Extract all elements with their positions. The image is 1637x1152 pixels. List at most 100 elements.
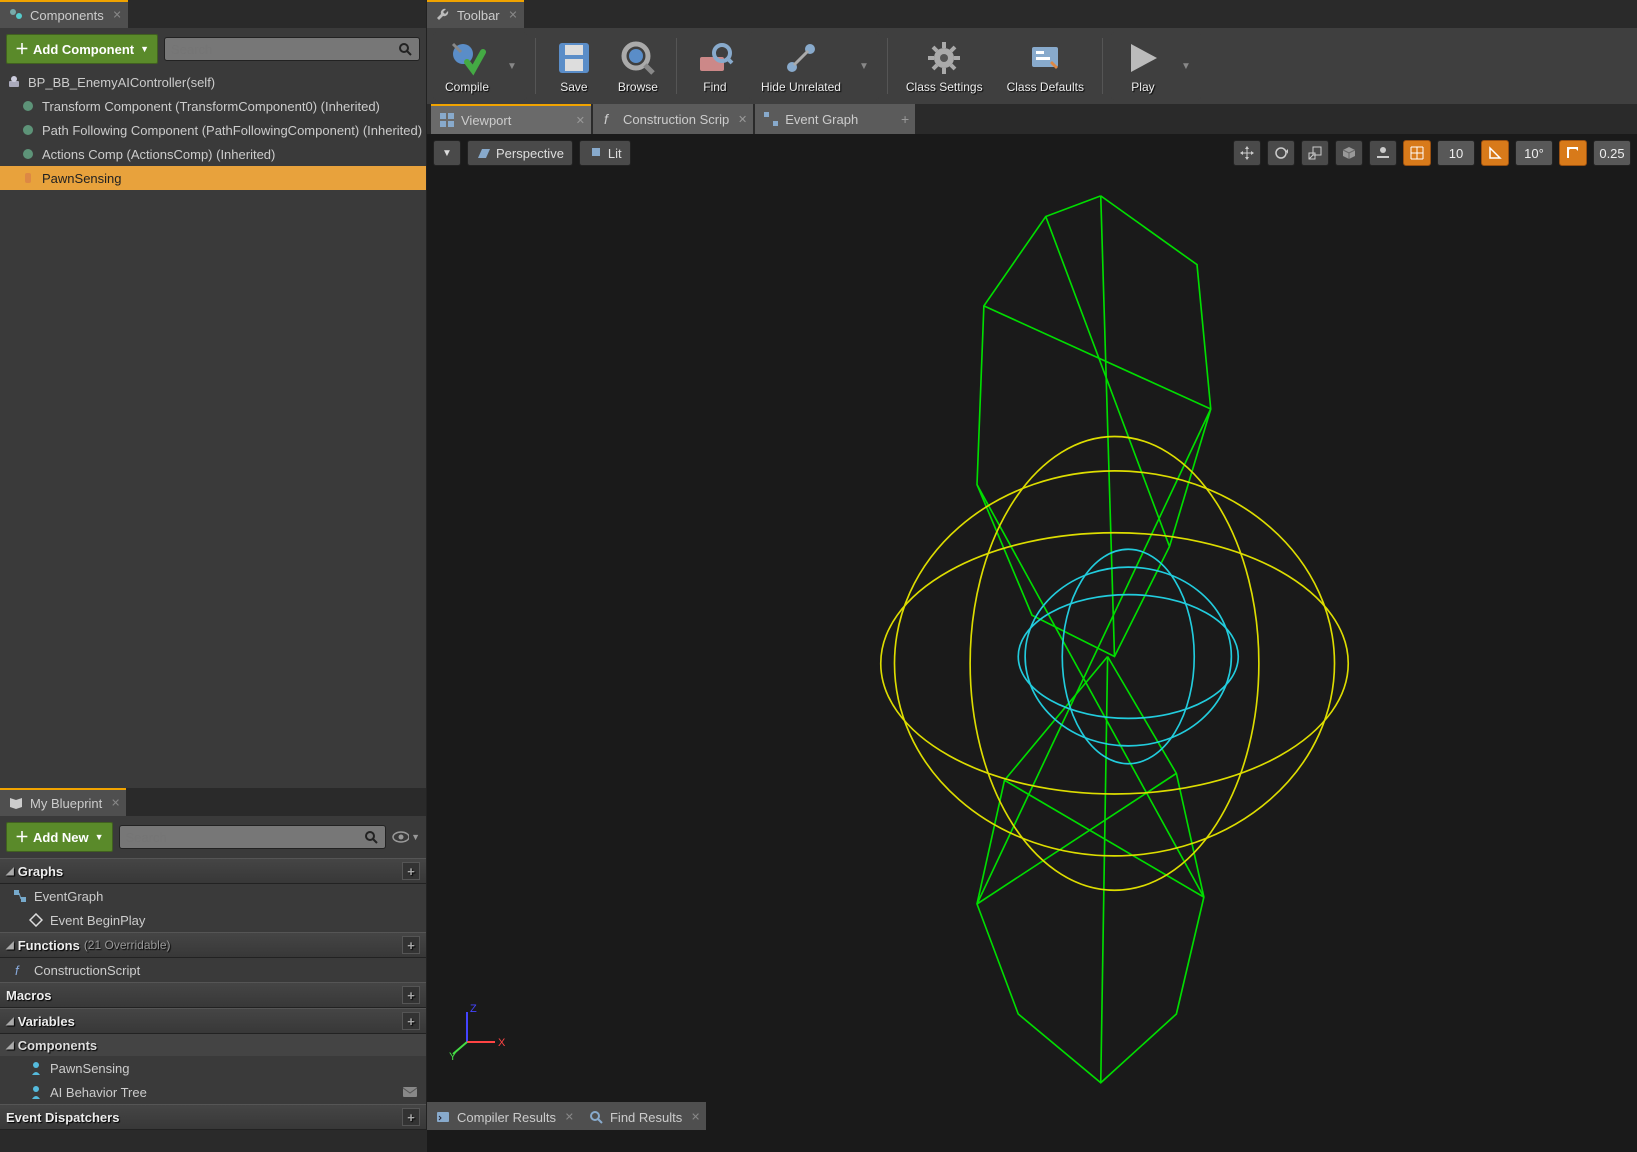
tab-toolbar[interactable]: Toolbar ✕ [427,0,524,28]
hide-unrelated-button[interactable]: Hide Unrelated [751,34,851,98]
browse-icon [618,38,658,78]
close-icon[interactable]: ✕ [111,797,120,810]
class-settings-label: Class Settings [906,80,983,94]
tree-item-label: PawnSensing [42,171,122,186]
visibility-dropdown[interactable]: ▼ [392,826,420,848]
tree-root[interactable]: BP_BB_EnemyAIController(self) [0,70,426,94]
hide-unrelated-label: Hide Unrelated [761,80,841,94]
chevron-down-icon[interactable]: ▼ [851,61,877,72]
close-icon[interactable]: ✕ [113,9,122,22]
tab-compiler-results[interactable]: Compiler Results ✕ [427,1102,580,1130]
variable-item-label: AI Behavior Tree [50,1085,147,1100]
grid-snap-value[interactable]: 10 [1437,140,1475,166]
section-graphs[interactable]: ◢ Graphs + [0,858,426,884]
tab-find-results[interactable]: Find Results ✕ [580,1102,706,1130]
perspective-dropdown[interactable]: Perspective [467,140,573,166]
add-macro-button[interactable]: + [402,986,420,1004]
section-functions[interactable]: ◢ Functions (21 Overridable) + [0,932,426,958]
variable-item[interactable]: AI Behavior Tree [0,1080,426,1104]
section-macros-label: Macros [6,988,52,1003]
surface-snap-button[interactable] [1369,140,1397,166]
add-variable-button[interactable]: + [402,1012,420,1030]
chevron-down-icon[interactable]: ▼ [499,61,525,72]
lit-icon [588,146,604,160]
lit-label: Lit [608,146,622,161]
perspective-icon [476,146,492,160]
tree-item[interactable]: Actions Comp (ActionsComp) (Inherited) [0,142,426,166]
add-component-button[interactable]: ＋ Add Component ▼ [6,34,158,64]
search-input[interactable] [171,42,397,57]
scale-mode-button[interactable] [1301,140,1329,166]
myblueprint-search[interactable] [119,825,386,849]
close-icon[interactable]: ✕ [508,9,517,22]
variables-subheader[interactable]: ◢ Components [0,1034,426,1056]
close-icon[interactable]: ✕ [691,1111,700,1124]
pawn-sensing-icon [20,170,36,186]
tree-item-selected[interactable]: PawnSensing [0,166,426,190]
save-button[interactable]: Save [544,34,604,98]
tree-item[interactable]: Path Following Component (PathFollowingC… [0,118,426,142]
envelope-icon[interactable] [402,1086,418,1098]
viewport-3d[interactable] [427,134,1637,1152]
toolbar: Compile ▼ Save Browse [427,28,1637,104]
close-icon[interactable]: ✕ [565,1111,574,1124]
viewport-options-dropdown[interactable]: ▼ [433,140,461,166]
section-dispatchers[interactable]: Event Dispatchers + [0,1104,426,1130]
lit-dropdown[interactable]: Lit [579,140,631,166]
svg-text:f: f [604,111,610,127]
tree-item-label: Transform Component (TransformComponent0… [42,99,380,114]
add-graph-button[interactable]: + [402,862,420,880]
expand-arrow-icon: ◢ [6,866,14,877]
rotate-mode-button[interactable] [1267,140,1295,166]
class-defaults-button[interactable]: Class Defaults [997,34,1094,98]
scale-snap-value[interactable]: 0.25 [1593,140,1631,166]
variables-subheader-label: Components [18,1038,97,1053]
section-dispatchers-label: Event Dispatchers [6,1110,119,1125]
pawn-icon [28,1060,44,1076]
tab-viewport[interactable]: Viewport ✕ [431,104,591,134]
section-macros[interactable]: Macros + [0,982,426,1008]
play-icon [1123,38,1163,78]
search-input[interactable] [126,830,363,845]
chevron-down-icon[interactable]: ▼ [1173,61,1199,72]
plus-icon[interactable]: + [901,111,909,127]
angle-snap-value[interactable]: 10° [1515,140,1553,166]
tab-construction-script[interactable]: f Construction Scrip ✕ [593,104,753,134]
function-item[interactable]: f ConstructionScript [0,958,426,982]
close-icon[interactable]: ✕ [576,114,585,127]
add-dispatcher-button[interactable]: + [402,1108,420,1126]
graph-item[interactable]: EventGraph [0,884,426,908]
find-button[interactable]: Find [685,34,745,98]
viewport-icon [439,112,455,128]
play-button[interactable]: Play [1113,34,1173,98]
angle-snap-button[interactable] [1481,140,1509,166]
expand-arrow-icon: ◢ [6,940,14,951]
tab-event-graph-label: Event Graph [785,112,858,127]
grid-icon [1409,145,1425,161]
add-component-label: Add Component [33,42,134,57]
tab-event-graph[interactable]: Event Graph + [755,104,915,134]
axis-gizmo: X Y Z [447,1002,507,1062]
browse-button[interactable]: Browse [608,34,668,98]
add-new-button[interactable]: ＋ Add New ▼ [6,822,113,852]
coordinate-space-button[interactable] [1335,140,1363,166]
tab-my-blueprint[interactable]: My Blueprint ✕ [0,788,126,816]
compile-button[interactable]: Compile [435,34,499,98]
search-icon [588,1109,604,1125]
tree-item[interactable]: Transform Component (TransformComponent0… [0,94,426,118]
section-variables[interactable]: ◢ Variables + [0,1008,426,1034]
component-icon [20,122,36,138]
grid-snap-button[interactable] [1403,140,1431,166]
event-item[interactable]: Event BeginPlay [0,908,426,932]
class-settings-button[interactable]: Class Settings [896,34,993,98]
components-panel-icon [8,7,24,23]
close-icon[interactable]: ✕ [738,113,747,126]
variable-item[interactable]: PawnSensing [0,1056,426,1080]
scale-snap-button[interactable] [1559,140,1587,166]
add-function-button[interactable]: + [402,936,420,954]
components-search[interactable] [164,37,420,61]
expand-arrow-icon: ◢ [6,1016,14,1027]
translate-mode-button[interactable] [1233,140,1261,166]
functions-hint: (21 Overridable) [84,938,171,952]
tab-components[interactable]: Components ✕ [0,0,128,28]
